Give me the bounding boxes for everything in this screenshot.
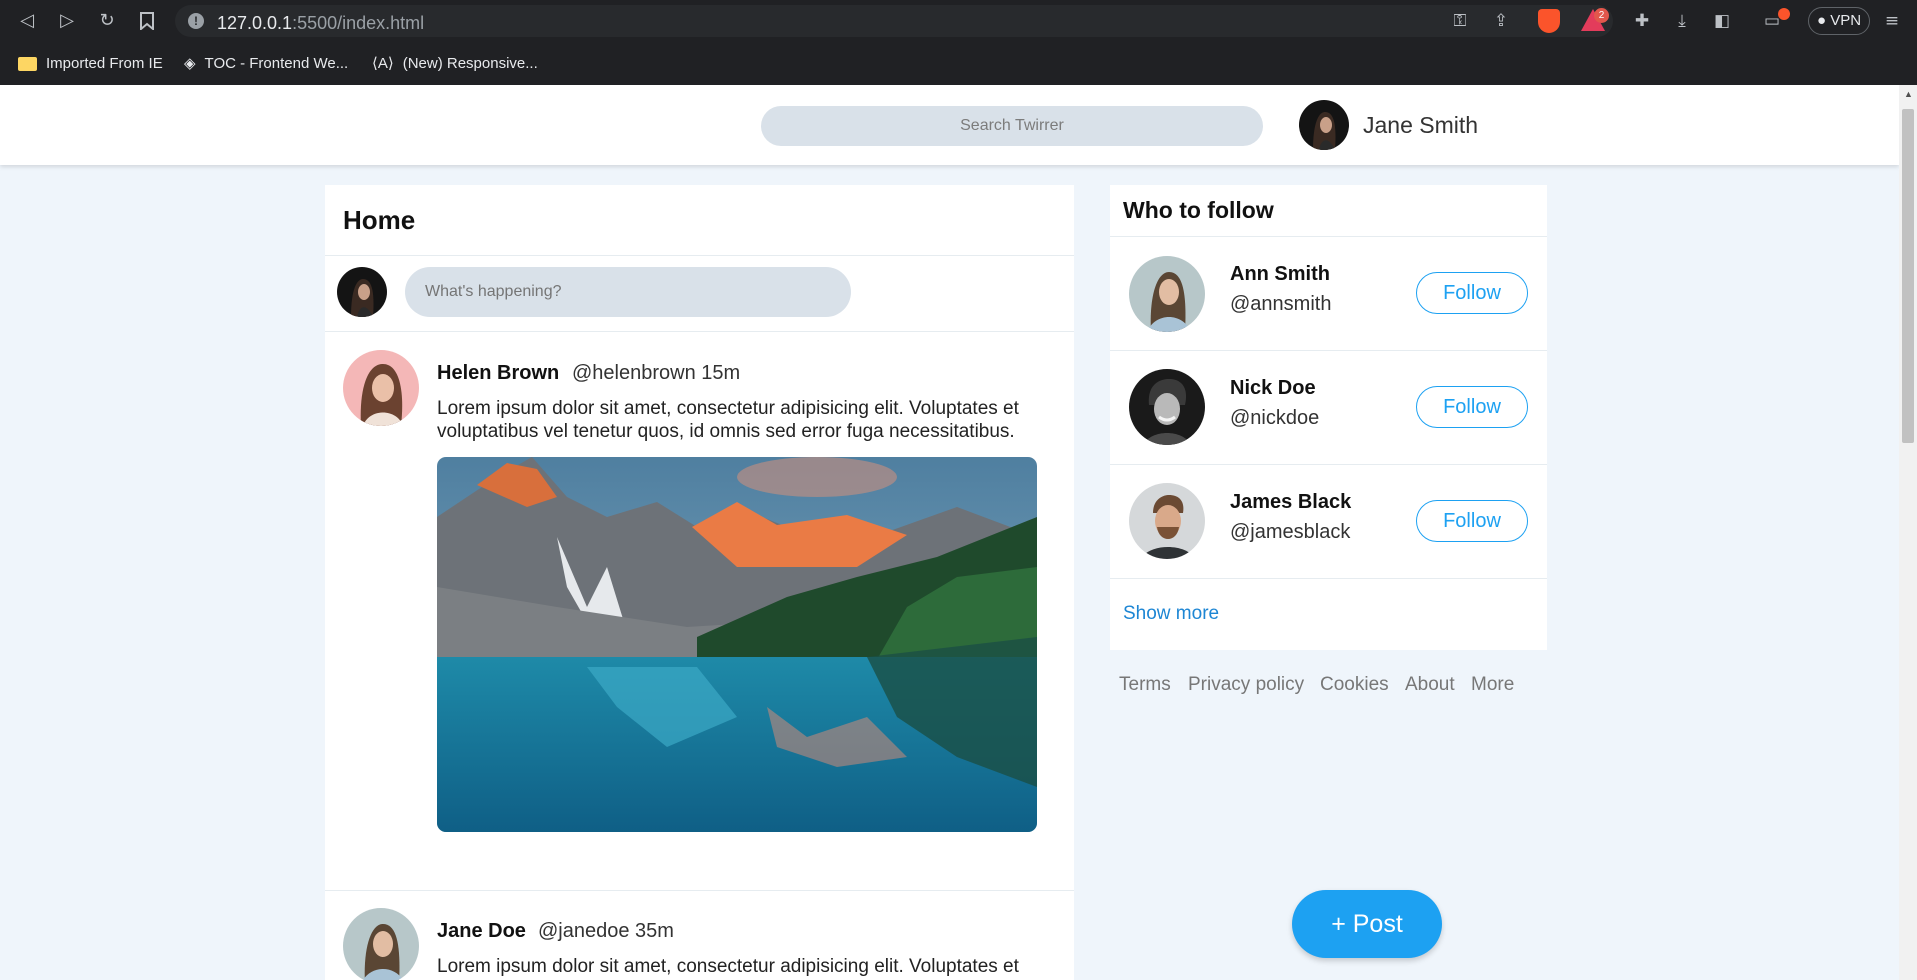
bookmarks-bar: Imported From IE ◈ TOC - Frontend We... ⟨… xyxy=(0,42,1917,85)
mountain-lake-image xyxy=(437,457,1037,832)
suggestion-handle[interactable]: @nickdoe xyxy=(1230,407,1319,430)
divider xyxy=(325,331,1074,332)
divider xyxy=(325,890,1074,891)
browser-toolbar: ◁ ▷ ↻ ! 127.0.0.1:5500/index.html ⚿ ⇪ 2 … xyxy=(0,0,1917,42)
compose-input[interactable] xyxy=(405,267,851,317)
bookmark-toc-frontend[interactable]: ◈ TOC - Frontend We... xyxy=(184,53,348,75)
divider xyxy=(1110,350,1547,351)
scrollbar-thumb[interactable] xyxy=(1902,109,1914,443)
bookmark-label: TOC - Frontend We... xyxy=(204,55,349,72)
tweet-author-name[interactable]: Jane Doe xyxy=(437,920,526,943)
tweet-avatar[interactable] xyxy=(343,908,419,980)
tweet-handle-time: @janedoe 35m xyxy=(538,920,674,943)
vpn-label: VPN xyxy=(1830,12,1862,29)
rewards-badge: 2 xyxy=(1594,8,1609,23)
suggestion-avatar[interactable] xyxy=(1129,483,1205,559)
divider xyxy=(325,255,1074,256)
tweet-text: Lorem ipsum dolor sit amet, consectetur … xyxy=(437,956,1019,977)
page: Jane Smith Home H xyxy=(0,85,1899,980)
post-button[interactable]: + Post xyxy=(1292,890,1442,958)
vpn-button[interactable]: ● VPN xyxy=(1808,7,1870,35)
bookmark-label: Imported From IE xyxy=(46,55,163,72)
tweet-handle[interactable]: @janedoe xyxy=(538,920,629,942)
suggestion-name[interactable]: James Black xyxy=(1230,491,1351,514)
address-bar[interactable]: ! 127.0.0.1:5500/index.html ⚿ ⇪ xyxy=(175,5,1613,37)
bookmark-label: (New) Responsive... xyxy=(402,55,538,72)
download-icon[interactable]: ⤓ xyxy=(1670,9,1694,33)
menu-icon[interactable]: ≡ xyxy=(1880,9,1904,33)
site-info-icon[interactable]: ! xyxy=(188,13,204,29)
who-to-follow-panel: Who to follow Ann Smith @annsmith Follow xyxy=(1110,185,1547,650)
top-navbar: Jane Smith xyxy=(0,85,1899,165)
bookmark-responsive[interactable]: ⟨A⟩ (New) Responsive... xyxy=(372,53,538,75)
sidebar-icon[interactable]: ◧ xyxy=(1710,9,1734,33)
tweet-handle[interactable]: @helenbrown xyxy=(572,362,696,384)
key-icon[interactable]: ⚿ xyxy=(1448,9,1472,33)
current-user-name[interactable]: Jane Smith xyxy=(1363,112,1478,139)
show-more-link[interactable]: Show more xyxy=(1123,603,1219,625)
who-to-follow-title: Who to follow xyxy=(1123,197,1274,223)
tweet-handle-time: @helenbrown 15m xyxy=(572,362,740,385)
tweet-author-name[interactable]: Helen Brown xyxy=(437,362,559,385)
bookmark-icon[interactable] xyxy=(135,9,159,33)
divider xyxy=(1110,236,1547,237)
suggestion-avatar[interactable] xyxy=(1129,369,1205,445)
url-host: 127.0.0.1 xyxy=(217,13,293,33)
footer-link-more[interactable]: More xyxy=(1471,674,1514,696)
tweet-avatar[interactable] xyxy=(343,350,419,426)
bookmark-favicon: ◈ xyxy=(184,55,196,73)
feed-panel: Home Helen Brown @helenbr xyxy=(325,185,1074,980)
share-icon[interactable]: ⇪ xyxy=(1489,9,1513,33)
divider xyxy=(1110,464,1547,465)
url-text: 127.0.0.1:5500/index.html xyxy=(217,13,424,34)
follow-button[interactable]: Follow xyxy=(1416,500,1528,542)
tweet-time: 15m xyxy=(701,362,741,384)
suggestion-name[interactable]: Nick Doe xyxy=(1230,377,1316,400)
scroll-up-icon[interactable]: ▲ xyxy=(1904,89,1913,99)
url-path: :5500/index.html xyxy=(292,13,425,33)
brave-shields-icon[interactable] xyxy=(1538,9,1560,33)
divider xyxy=(1110,578,1547,579)
reload-icon[interactable]: ↻ xyxy=(95,9,119,33)
footer-link-cookies[interactable]: Cookies xyxy=(1320,674,1389,696)
page-scrollbar[interactable]: ▲ xyxy=(1899,85,1917,980)
extensions-icon[interactable]: ✚ xyxy=(1630,9,1654,33)
search-input[interactable] xyxy=(761,106,1263,146)
suggestion-handle[interactable]: @jamesblack xyxy=(1230,521,1350,544)
forward-icon[interactable]: ▷ xyxy=(55,9,79,33)
footer-link-terms[interactable]: Terms xyxy=(1119,674,1171,696)
wallet-notification-dot xyxy=(1778,8,1790,20)
suggestion-handle[interactable]: @annsmith xyxy=(1230,293,1331,316)
follow-button[interactable]: Follow xyxy=(1416,272,1528,314)
tweet-time: 35m xyxy=(635,920,674,942)
footer-link-about[interactable]: About xyxy=(1405,674,1455,696)
folder-icon xyxy=(18,57,37,72)
bookmark-imported-from-ie[interactable]: Imported From IE xyxy=(18,53,163,75)
back-icon[interactable]: ◁ xyxy=(15,9,39,33)
follow-button[interactable]: Follow xyxy=(1416,386,1528,428)
tweet-image[interactable] xyxy=(437,457,1037,832)
suggestion-name[interactable]: Ann Smith xyxy=(1230,263,1330,286)
footer-link-privacy[interactable]: Privacy policy xyxy=(1188,674,1304,696)
suggestion-avatar[interactable] xyxy=(1129,256,1205,332)
bookmark-favicon: ⟨A⟩ xyxy=(372,55,394,73)
tweet-text: Lorem ipsum dolor sit amet, consectetur … xyxy=(437,398,1019,442)
compose-avatar xyxy=(337,267,387,317)
page-title: Home xyxy=(343,205,416,235)
avatar[interactable] xyxy=(1299,100,1349,150)
